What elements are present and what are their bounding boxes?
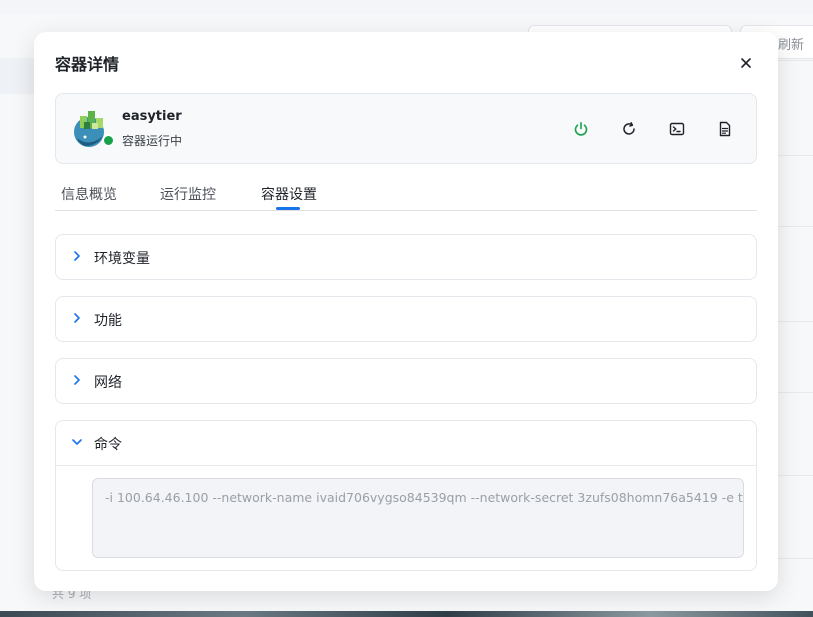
power-button[interactable]: [570, 118, 592, 140]
status-indicator: [102, 134, 115, 147]
background-topbar: [0, 0, 813, 14]
section-label: 命令: [94, 437, 122, 453]
background-sidebar-fragment: [0, 58, 34, 94]
active-tab-indicator: [276, 207, 300, 210]
section-capabilities-header[interactable]: 功能: [56, 297, 756, 341]
background-row-divider: [778, 60, 813, 61]
background-row-divider: [778, 321, 813, 322]
background-wallpaper-strip: [0, 611, 813, 617]
container-header-card: easytier 容器运行中: [55, 93, 757, 164]
section-network-header[interactable]: 网络: [56, 359, 756, 403]
section-label: 功能: [94, 313, 122, 329]
close-icon: [741, 58, 751, 68]
background-row-divider: [778, 226, 813, 227]
section-network: 网络: [55, 358, 757, 404]
section-env-vars: 环境变量: [55, 234, 757, 280]
section-label: 网络: [94, 375, 122, 391]
tab-overview[interactable]: 信息概览: [61, 184, 117, 204]
section-env-vars-header[interactable]: 环境变量: [56, 235, 756, 279]
logs-icon: [719, 121, 731, 137]
section-command: 命令 -i 100.64.46.100 --network-name ivaid…: [55, 420, 757, 571]
chevron-right-icon: [74, 313, 80, 323]
chevron-down-icon: [72, 439, 82, 445]
logs-button[interactable]: [714, 118, 736, 140]
chevron-right-icon: [74, 375, 80, 385]
command-input[interactable]: -i 100.64.46.100 --network-name ivaid706…: [92, 478, 744, 558]
background-row-divider: [778, 558, 813, 559]
tab-bar: 信息概览 运行监控 容器设置: [55, 174, 757, 211]
restart-button[interactable]: [618, 118, 640, 140]
background-row-divider: [778, 155, 813, 156]
section-capabilities: 功能: [55, 296, 757, 342]
tab-monitoring[interactable]: 运行监控: [160, 184, 216, 204]
section-label: 环境变量: [94, 251, 150, 267]
chevron-right-icon: [74, 251, 80, 261]
background-row-divider: [778, 475, 813, 476]
container-status: 容器运行中: [122, 134, 183, 148]
background-refresh-label: 刷新: [778, 38, 805, 53]
close-button[interactable]: [735, 52, 757, 74]
container-name: easytier: [122, 109, 182, 124]
background-row-divider: [778, 392, 813, 393]
container-detail-modal: 容器详情 easytier 容器运行中 信息概览 运行监控 容器设置 环境变量 …: [34, 32, 778, 591]
tab-settings[interactable]: 容器设置: [261, 184, 317, 204]
section-command-header[interactable]: 命令: [56, 421, 756, 466]
power-icon: [574, 122, 588, 136]
restart-icon: [623, 122, 635, 135]
terminal-button[interactable]: [666, 118, 688, 140]
terminal-icon: [669, 122, 685, 136]
modal-title: 容器详情: [55, 55, 120, 74]
